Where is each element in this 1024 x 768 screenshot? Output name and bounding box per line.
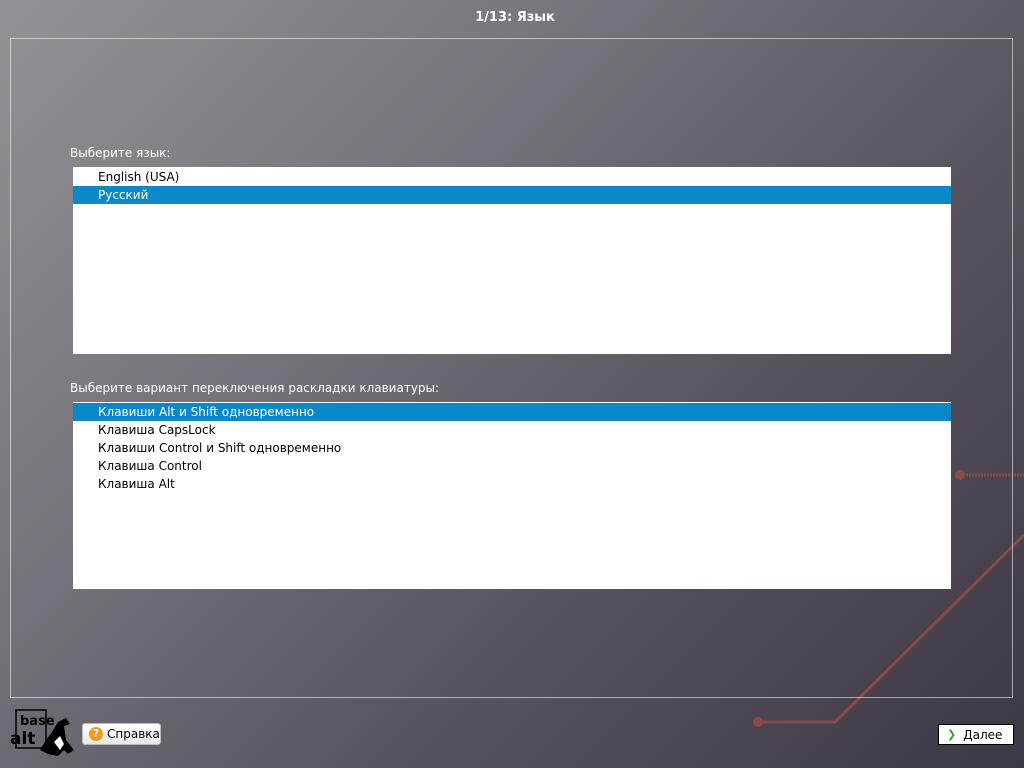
page-title: 1/13: Язык [475, 10, 555, 25]
chevron-right-icon: ❯ [947, 728, 957, 741]
svg-text:base: base [20, 714, 55, 729]
list-item[interactable]: Клавиша Control [73, 457, 951, 475]
help-button[interactable]: ? Справка [82, 723, 161, 745]
list-item-selected[interactable]: Русский [73, 186, 951, 204]
svg-text:alt: alt [10, 729, 35, 749]
list-item[interactable]: Клавиша Alt [73, 475, 951, 493]
help-label: Справка [107, 727, 160, 741]
list-item[interactable]: Клавиши Control и Shift одновременно [73, 439, 951, 457]
list-item[interactable]: English (USA) [73, 168, 951, 186]
language-list[interactable]: English (USA) Русский [73, 167, 951, 354]
layout-switch-label: Выберите вариант переключения раскладки … [70, 381, 440, 395]
next-button[interactable]: ❯ Далее [938, 724, 1014, 745]
basealt-logo: base alt [10, 709, 74, 756]
list-item[interactable]: Клавиша CapsLock [73, 421, 951, 439]
help-icon: ? [89, 727, 103, 741]
language-label: Выберите язык: [70, 146, 171, 160]
list-item-selected[interactable]: Клавиши Alt и Shift одновременно [73, 403, 951, 421]
layout-switch-list[interactable]: Клавиши Alt и Shift одновременно Клавиша… [73, 402, 951, 589]
content-frame [10, 38, 1013, 698]
next-label: Далее [963, 727, 1003, 742]
